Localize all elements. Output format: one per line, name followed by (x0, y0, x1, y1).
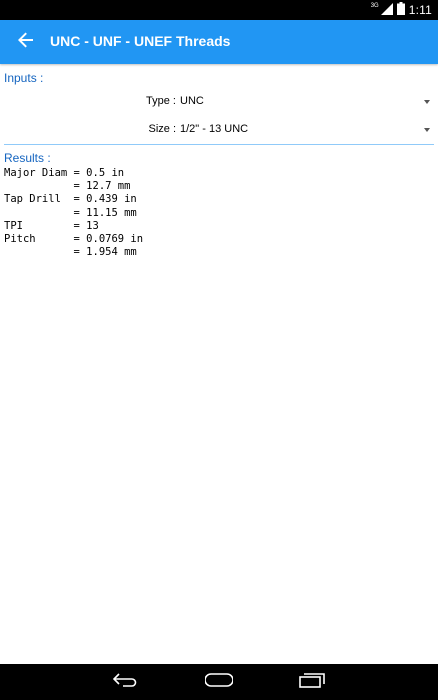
result-line: = 1.954 mm (4, 246, 137, 259)
arrow-left-icon (18, 32, 34, 53)
result-line: Tap Drill = 0.439 in (4, 193, 137, 206)
nav-home-icon (204, 672, 234, 693)
size-label: Size : (148, 123, 176, 135)
back-button[interactable] (13, 30, 39, 54)
status-time: 1:11 (408, 3, 432, 17)
signal-icon (380, 2, 393, 18)
size-value: 1/2" - 13 UNC (180, 123, 249, 135)
battery-icon (396, 2, 405, 18)
result-line: TPI = 13 (4, 219, 99, 232)
triangle-down-icon (424, 128, 430, 132)
nav-recents-icon (298, 672, 326, 693)
result-line: = 11.15 mm (4, 206, 137, 219)
triangle-down-icon (424, 100, 430, 104)
network-type: 3G (370, 3, 379, 9)
nav-home-button[interactable] (204, 670, 234, 694)
page-title: UNC - UNF - UNEF Threads (50, 33, 231, 49)
app-bar: UNC - UNF - UNEF Threads (0, 20, 438, 64)
inputs-section-label: Inputs : (4, 71, 44, 85)
type-value: UNC (180, 95, 204, 107)
screen: 3G 1:11 UNC - UNF - UNEF Threads Inputs … (0, 0, 438, 700)
nav-back-icon (112, 672, 139, 692)
result-line: Major Diam = 0.5 in (4, 167, 125, 179)
results-block: Major Diam = 0.5 in = 12.7 mm Tap Drill … (4, 167, 143, 259)
navigation-bar (0, 664, 438, 700)
section-divider (4, 144, 434, 145)
status-icons: 3G 1:11 (371, 0, 432, 20)
nav-back-button[interactable] (111, 670, 141, 694)
type-label: Type : (146, 95, 176, 107)
result-line: Pitch = 0.0769 in (4, 233, 144, 246)
type-spinner[interactable]: Type : UNC (0, 91, 438, 113)
result-line: = 12.7 mm (4, 180, 131, 193)
status-bar: 3G 1:11 (0, 0, 438, 20)
results-section-label: Results : (4, 151, 51, 165)
nav-recents-button[interactable] (297, 670, 327, 694)
size-spinner[interactable]: Size : 1/2" - 13 UNC (0, 119, 438, 141)
